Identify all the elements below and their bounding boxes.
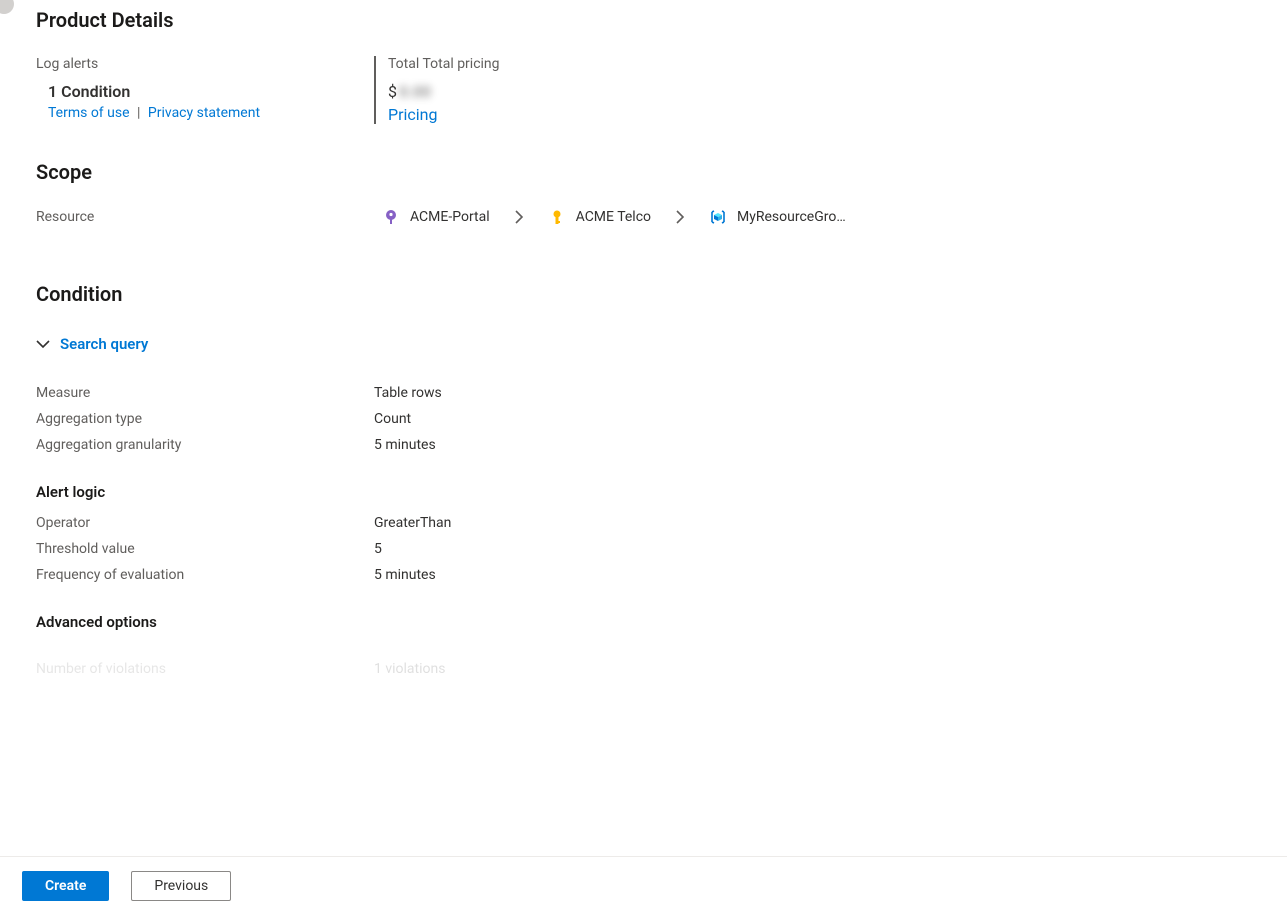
- measure-key: Measure: [36, 385, 374, 401]
- breadcrumb-label: ACME Telco: [576, 209, 651, 225]
- main-content: Product Details Log alerts 1 Condition T…: [0, 0, 1287, 838]
- aggtype-value: Count: [374, 411, 1287, 427]
- pricing-link[interactable]: Pricing: [388, 105, 438, 124]
- agggran-key: Aggregation granularity: [36, 437, 374, 453]
- freq-value: 5 minutes: [374, 567, 1287, 583]
- chevron-right-icon: [675, 210, 685, 224]
- freq-key: Frequency of evaluation: [36, 567, 374, 583]
- search-query-label: Search query: [60, 335, 148, 353]
- privacy-link[interactable]: Privacy statement: [148, 105, 260, 121]
- product-left-column: Log alerts 1 Condition Terms of use | Pr…: [36, 56, 374, 124]
- insights-icon: [382, 208, 400, 226]
- threshold-key: Threshold value: [36, 541, 374, 557]
- price-value-blurred: 0.00: [399, 82, 431, 101]
- link-separator: |: [133, 105, 144, 121]
- scope-heading: Scope: [36, 160, 1287, 184]
- agggran-value: 5 minutes: [374, 437, 1287, 453]
- log-alerts-label: Log alerts: [36, 56, 374, 72]
- condition-properties: Measure Table rows Aggregation type Coun…: [36, 385, 1287, 453]
- search-query-toggle[interactable]: Search query: [36, 334, 148, 353]
- alert-logic-heading: Alert logic: [36, 483, 1287, 501]
- total-pricing-label: Total Total pricing: [388, 56, 500, 72]
- terms-link[interactable]: Terms of use: [48, 105, 130, 121]
- key-icon: [548, 208, 566, 226]
- advanced-cutoff-row: Number of violations 1 violations: [36, 661, 1287, 677]
- chevron-right-icon: [514, 210, 524, 224]
- create-button[interactable]: Create: [22, 871, 109, 901]
- breadcrumb-label: MyResourceGro…: [737, 209, 846, 225]
- product-columns: Log alerts 1 Condition Terms of use | Pr…: [36, 56, 1287, 124]
- previous-button[interactable]: Previous: [131, 871, 231, 901]
- numviol-value: 1 violations: [374, 661, 445, 677]
- condition-heading: Condition: [36, 282, 1287, 306]
- measure-value: Table rows: [374, 385, 1287, 401]
- chevron-down-icon: [36, 334, 50, 353]
- resourcegroup-icon: [709, 208, 727, 226]
- alert-logic-properties: Operator GreaterThan Threshold value 5 F…: [36, 515, 1287, 583]
- threshold-value: 5: [374, 541, 1287, 557]
- aggtype-key: Aggregation type: [36, 411, 374, 427]
- breadcrumb-subscription[interactable]: ACME Telco: [548, 208, 651, 226]
- numviol-key: Number of violations: [36, 661, 374, 677]
- operator-value: GreaterThan: [374, 515, 1287, 531]
- breadcrumb-resourcegroup[interactable]: MyResourceGro…: [709, 208, 846, 226]
- operator-key: Operator: [36, 515, 374, 531]
- resource-label: Resource: [36, 209, 382, 225]
- breadcrumb-label: ACME-Portal: [410, 209, 490, 225]
- product-details-heading: Product Details: [36, 8, 1287, 32]
- currency-symbol: $: [388, 82, 397, 101]
- product-right-column: Total Total pricing $ 0.00 Pricing: [374, 56, 500, 124]
- legal-links: Terms of use | Privacy statement: [48, 105, 374, 121]
- breadcrumb-portal[interactable]: ACME-Portal: [382, 208, 490, 226]
- condition-count: 1 Condition: [48, 82, 374, 101]
- scope-row: Resource ACME-Portal ACME Telco MyResour…: [36, 208, 1287, 226]
- advanced-options-heading: Advanced options: [36, 613, 1287, 631]
- footer-bar: Create Previous: [0, 856, 1287, 915]
- price-display: $ 0.00: [388, 82, 500, 101]
